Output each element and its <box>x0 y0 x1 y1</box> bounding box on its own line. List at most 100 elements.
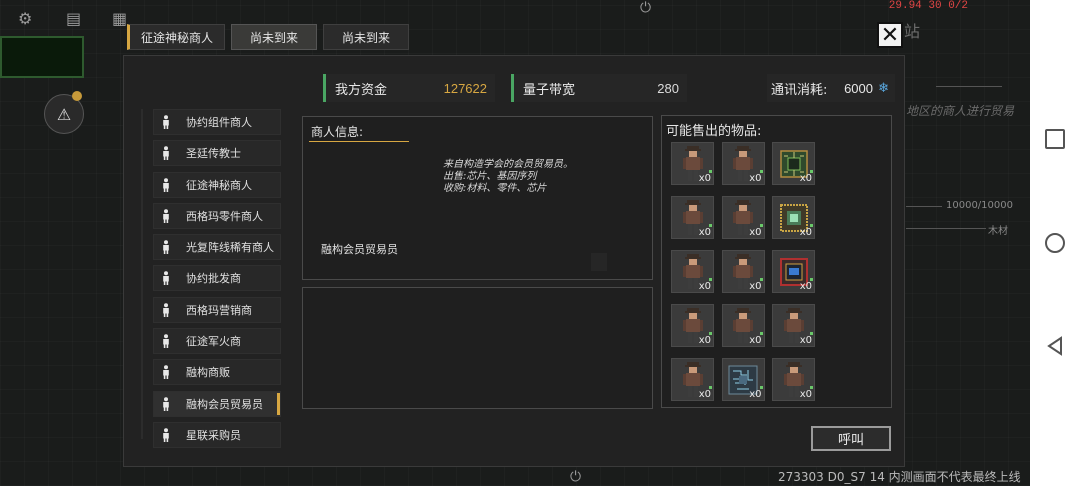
merchant-name-label: 征途军火商 <box>186 335 241 349</box>
goods-item[interactable]: x0 <box>772 304 815 347</box>
item-quantity: x0 <box>799 173 812 184</box>
goods-item[interactable]: x0 <box>772 142 815 185</box>
goods-item[interactable]: x0 <box>671 250 714 293</box>
item-quantity: x0 <box>698 389 711 400</box>
goods-item[interactable]: x0 <box>671 142 714 185</box>
divider <box>906 228 986 229</box>
goods-item[interactable]: x0 <box>772 196 815 239</box>
bandwidth-stat: 量子带宽 280 <box>511 74 687 102</box>
merchant-name-label: 星联采购员 <box>186 428 241 442</box>
goods-item[interactable]: x0 <box>721 250 765 293</box>
goods-title: 可能售出的物品: <box>666 124 762 139</box>
merchant-list-item[interactable]: 融构会员贸易员 <box>153 390 281 417</box>
description-line: 收购:材料、零件、芯片 <box>443 183 547 194</box>
goods-item[interactable]: x0 <box>772 250 815 293</box>
goods-item[interactable]: x0 <box>721 358 765 401</box>
background-title: 站 <box>904 22 921 41</box>
comm-cost-value: 6000 <box>844 80 873 96</box>
chat-icon[interactable]: ▤ <box>66 9 81 28</box>
bandwidth-label: 量子带宽 <box>523 82 576 98</box>
item-quantity: x0 <box>749 227 762 238</box>
person-icon <box>154 177 178 192</box>
power-icon: ⏻ <box>570 469 582 485</box>
call-button[interactable]: 呼叫 <box>811 426 891 451</box>
merchant-tabs: 征途神秘商人 尚未到来 尚未到来 <box>127 24 415 50</box>
background-trade-hint: 地区的商人进行贸易 <box>906 104 1015 118</box>
merchant-name-label: 西格玛营销商 <box>186 303 252 317</box>
tab-merchant-2[interactable]: 尚未到来 <box>231 24 317 50</box>
merchant-info-panel: 商人信息: 来自构造学会的会员贸易员。 出售:芯片、基因序列 收购:材料、零件、… <box>302 116 653 280</box>
merchant-list-item[interactable]: 协约组件商人 <box>153 109 281 135</box>
person-icon <box>154 146 178 161</box>
tab-merchant-3[interactable]: 尚未到来 <box>323 24 409 50</box>
merchant-list-item[interactable]: 征途军火商 <box>153 328 281 355</box>
tab-merchant-1[interactable]: 征途神秘商人 <box>127 24 225 50</box>
merchant-list-item[interactable]: 圣廷传教士 <box>153 140 281 167</box>
item-quantity: x0 <box>749 173 762 184</box>
minimap-panel[interactable] <box>0 36 84 78</box>
back-icon[interactable] <box>1045 336 1065 356</box>
close-button[interactable]: ✕ <box>877 22 903 48</box>
item-quantity: x0 <box>749 335 762 346</box>
merchant-list-item[interactable]: 星联采购员 <box>153 421 281 448</box>
person-icon <box>154 209 178 223</box>
home-icon[interactable] <box>1045 233 1065 253</box>
build-version-footer: 273303 D0_S7 14 内测画面不代表最终上线品质 <box>778 470 1021 484</box>
resource-label: 木材 <box>988 226 1008 237</box>
merchant-list-item[interactable]: 协约批发商 <box>153 265 281 292</box>
accent-bar <box>323 74 326 102</box>
merchant-name-label: 融构商贩 <box>186 366 230 380</box>
list-scrollbar[interactable] <box>141 109 143 439</box>
comm-cost-stat: 通讯消耗: 6000 ❄ <box>767 74 895 102</box>
person-icon <box>154 334 178 349</box>
item-quantity: x0 <box>799 281 812 292</box>
hud-status-readout: 29.94 30 0/2 <box>888 0 968 12</box>
warning-icon: ⚠ <box>56 104 72 124</box>
goods-item[interactable]: x0 <box>671 358 714 401</box>
snowflake-icon: ❄ <box>878 80 889 96</box>
goods-item[interactable]: x0 <box>671 304 714 347</box>
item-quantity: x0 <box>799 227 812 238</box>
merchant-list-item[interactable]: 西格玛零件商人 <box>153 202 281 229</box>
accent-bar <box>511 74 514 102</box>
goods-item[interactable]: x0 <box>721 142 765 185</box>
goods-panel: 可能售出的物品: x0 x0 x0 x0 x0 x0 x0 x0 x0 x0 x0 x0 x0 x0 x0 <box>661 115 892 408</box>
goods-item[interactable]: x0 <box>721 304 765 347</box>
person-icon <box>154 271 178 286</box>
merchant-name-label: 协约组件商人 <box>186 116 252 129</box>
merchant-description: 来自构造学会的会员贸易员。 出售:芯片、基因序列 收购:材料、零件、芯片 <box>443 159 573 195</box>
divider <box>936 86 1002 87</box>
description-line: 来自构造学会的会员贸易员。 <box>443 159 573 170</box>
goods-item[interactable]: x0 <box>671 196 714 239</box>
merchant-list-item[interactable]: 融构商贩 <box>153 359 281 386</box>
notification-dot <box>72 91 82 101</box>
close-icon: ✕ <box>880 22 900 48</box>
android-navigation-bar <box>1030 0 1080 486</box>
merchant-name-label: 圣廷传教士 <box>186 147 241 161</box>
bandwidth-value: 280 <box>657 80 679 96</box>
info-header: 商人信息: <box>311 125 364 139</box>
merchant-name-label: 征途神秘商人 <box>186 178 252 192</box>
goods-grid: x0 x0 x0 x0 x0 x0 x0 x0 x0 x0 x0 x0 x0 x0 x0 <box>671 142 817 401</box>
funds-label: 我方资金 <box>335 82 388 98</box>
merchant-name-label: 协约批发商 <box>186 272 241 286</box>
funds-stat: 我方资金 127622 <box>323 74 495 102</box>
item-quantity: x0 <box>799 335 812 346</box>
settings-gear-icon[interactable]: ⚙ <box>18 9 32 28</box>
person-icon <box>154 240 178 255</box>
merchant-list-item[interactable]: 光复阵线稀有商人 <box>153 234 281 261</box>
item-quantity: x0 <box>698 335 711 346</box>
person-icon <box>154 115 178 129</box>
divider <box>906 206 942 207</box>
merchant-name-label: 融构会员贸易员 <box>186 397 263 411</box>
merchant-list-item[interactable]: 西格玛营销商 <box>153 296 281 323</box>
item-quantity: x0 <box>698 281 711 292</box>
merchant-list-item[interactable]: 征途神秘商人 <box>153 171 281 198</box>
goods-item[interactable]: x0 <box>721 196 765 239</box>
recent-apps-icon[interactable] <box>1045 129 1065 149</box>
person-icon <box>154 365 178 380</box>
menu-icon[interactable]: ▦ <box>112 9 127 28</box>
person-icon <box>154 428 178 442</box>
resource-capacity: 10000/10000 <box>946 200 1013 211</box>
goods-item[interactable]: x0 <box>772 358 815 401</box>
